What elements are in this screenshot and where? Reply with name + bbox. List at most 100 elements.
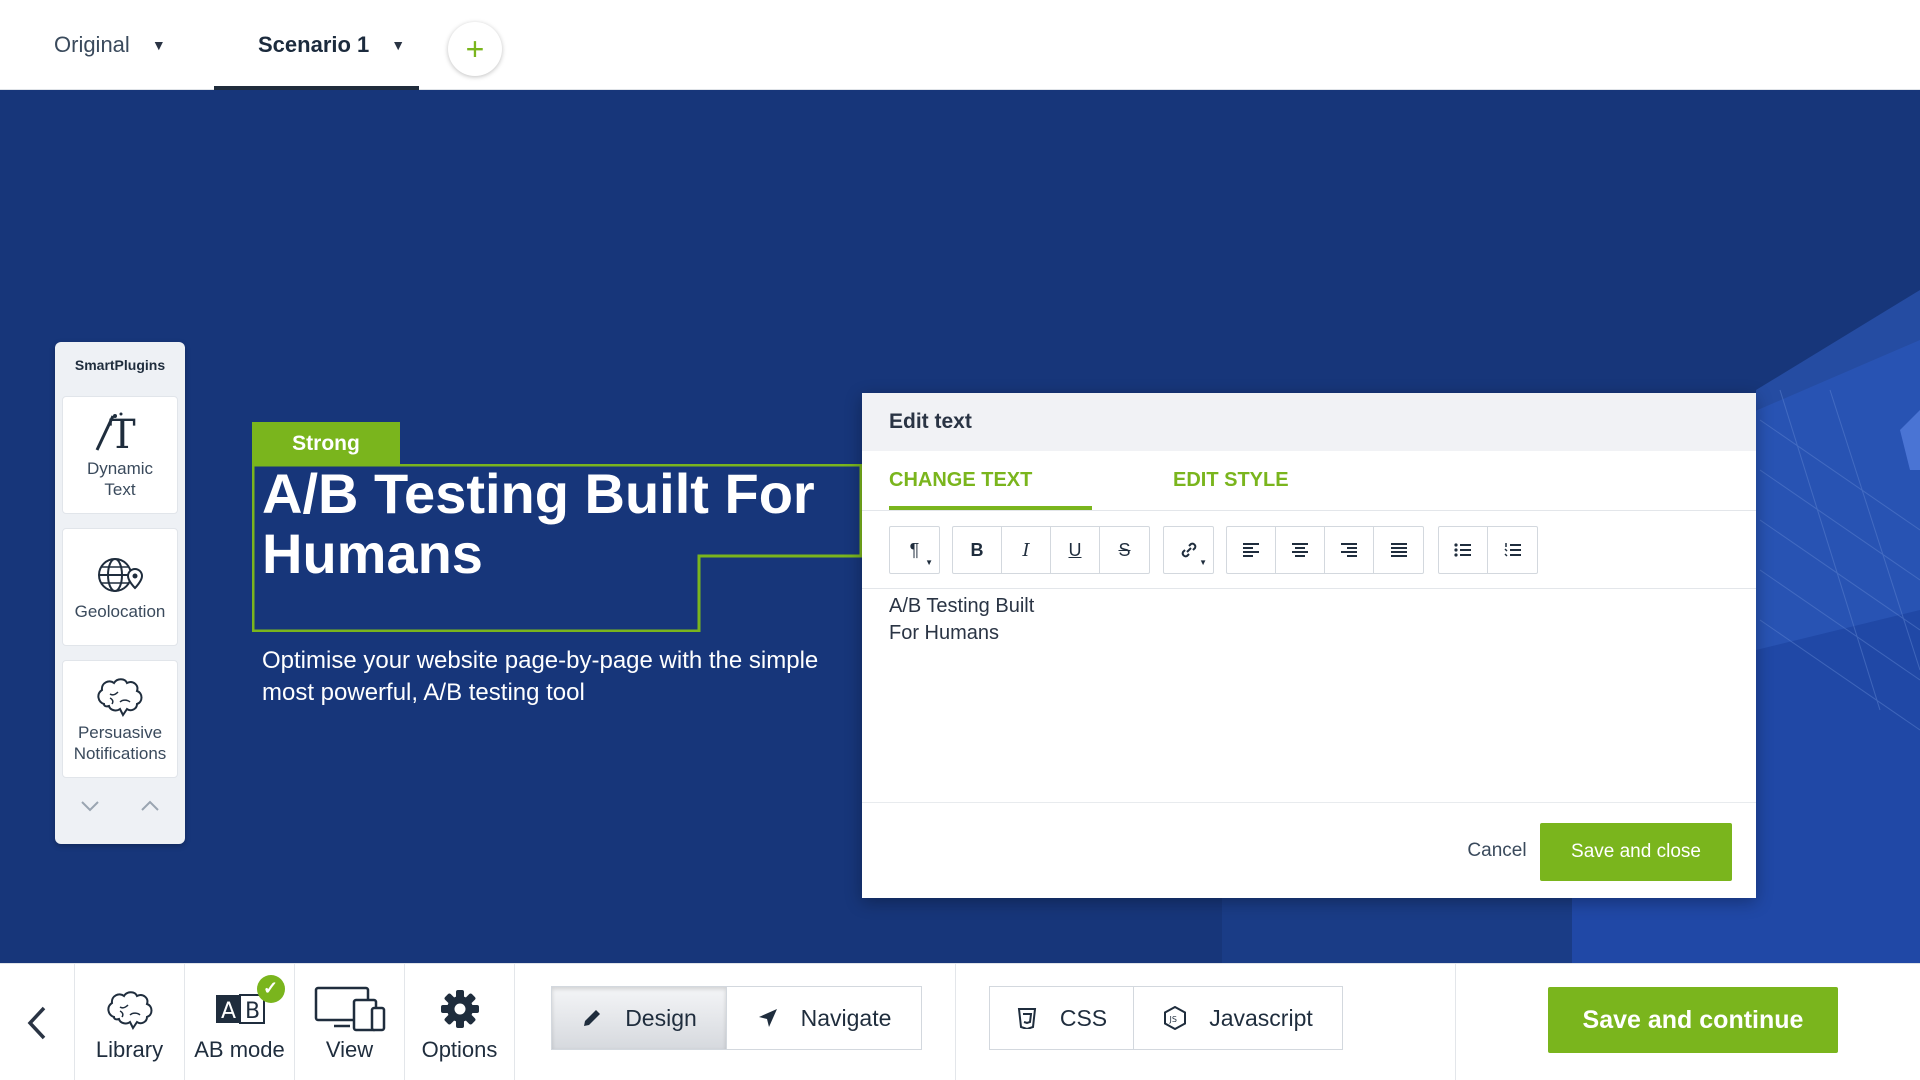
library-label: Library <box>95 1036 164 1062</box>
list-group <box>1438 526 1538 574</box>
alignment-group <box>1226 526 1424 574</box>
ab-mode-label: AB mode <box>194 1036 285 1062</box>
page-canvas: SmartPlugins T Dynamic Text Geolocation <box>0 90 1920 963</box>
brain-icon <box>106 990 152 1030</box>
view-button[interactable]: View <box>295 964 405 1080</box>
link-icon <box>1181 542 1196 558</box>
navigate-mode-button[interactable]: Navigate <box>727 987 921 1049</box>
caret-down-icon: ▼ <box>925 558 933 567</box>
chevron-up-icon[interactable] <box>122 784 178 828</box>
dialog-title: Edit text <box>862 393 1756 451</box>
bold-button[interactable]: B <box>953 527 1002 573</box>
page-headline[interactable]: A/B Testing Built For Humans <box>262 464 862 584</box>
back-button[interactable] <box>0 964 75 1080</box>
tab-label: Original <box>54 32 130 57</box>
pencil-icon <box>584 1010 601 1026</box>
bottom-toolbar: Library A B ✓ AB mode View Options Desig… <box>0 963 1920 1080</box>
design-mode-button[interactable]: Design <box>552 987 727 1049</box>
subheadline-text: Optimise your website page-by-page with … <box>262 647 819 706</box>
chevron-down-icon[interactable] <box>62 784 118 828</box>
save-and-close-button[interactable]: Save and close <box>1540 823 1732 881</box>
design-label: Design <box>625 1004 697 1031</box>
plugin-persuasive-notifications[interactable]: Persuasive Notifications <box>62 660 178 778</box>
plugin-label: Persuasive Notifications <box>73 723 167 763</box>
align-justify-button[interactable] <box>1374 527 1423 573</box>
check-icon: ✓ <box>256 974 285 1003</box>
paragraph-icon: ¶ <box>909 539 920 560</box>
bullet-list-icon <box>1454 543 1471 557</box>
navigate-arrow-icon <box>758 1009 777 1027</box>
tab-change-text[interactable]: CHANGE TEXT <box>889 451 1093 510</box>
align-left-button[interactable] <box>1227 527 1276 573</box>
align-center-button[interactable] <box>1276 527 1325 573</box>
caret-down-icon[interactable]: ▼ <box>391 37 405 53</box>
save-and-continue-button[interactable]: Save and continue <box>1548 987 1838 1053</box>
ab-mode-icon: A B <box>215 993 265 1024</box>
plugin-geolocation[interactable]: Geolocation <box>62 528 178 646</box>
link-group: ▼ <box>1163 526 1214 574</box>
smartplugins-title: SmartPlugins <box>74 357 166 373</box>
caret-down-icon[interactable]: ▼ <box>152 37 166 53</box>
javascript-label: Javascript <box>1209 1004 1313 1031</box>
divider <box>1455 964 1456 1080</box>
numbered-list-button[interactable] <box>1488 527 1537 573</box>
chevron-left-icon <box>27 1006 46 1039</box>
caret-down-icon: ▼ <box>1199 558 1207 567</box>
options-button[interactable]: Options <box>405 964 515 1080</box>
plugin-label: Dynamic Text <box>86 459 154 499</box>
options-label: Options <box>421 1036 498 1062</box>
library-button[interactable]: Library <box>75 964 185 1080</box>
javascript-button[interactable]: JS Javascript <box>1134 987 1342 1049</box>
tab-label: Scenario 1 <box>258 32 370 57</box>
italic-button[interactable]: I <box>1002 527 1051 573</box>
nodejs-icon: JS <box>1164 1006 1187 1030</box>
align-center-icon <box>1292 543 1308 557</box>
rich-text-toolbar: ¶ ▼ B I U S ▼ <box>862 511 1756 589</box>
dialog-footer: Cancel Save and close <box>862 802 1756 898</box>
paragraph-group: ¶ ▼ <box>889 526 940 574</box>
css-icon <box>1017 1008 1036 1029</box>
bullet-list-button[interactable] <box>1439 527 1488 573</box>
css-button[interactable]: CSS <box>990 987 1134 1049</box>
link-button[interactable]: ▼ <box>1164 527 1213 573</box>
tab-edit-style[interactable]: EDIT STYLE <box>1173 451 1289 510</box>
edit-text-dialog: Edit text CHANGE TEXT EDIT STYLE ¶ ▼ B I… <box>862 393 1756 898</box>
plus-icon: + <box>465 30 485 67</box>
code-switch: CSS JS Javascript <box>989 986 1343 1050</box>
gear-icon <box>440 989 479 1028</box>
svg-text:JS: JS <box>1169 1015 1177 1024</box>
numbered-list-icon <box>1503 543 1521 557</box>
paragraph-format-button[interactable]: ¶ ▼ <box>890 527 939 573</box>
dialog-tabs: CHANGE TEXT EDIT STYLE <box>862 451 1756 511</box>
text-style-group: B I U S <box>952 526 1150 574</box>
svg-text:A: A <box>221 999 236 1024</box>
add-scenario-button[interactable]: + <box>448 22 502 76</box>
tab-original[interactable]: Original ▼ <box>54 0 166 90</box>
text-editor[interactable]: A/B Testing Built For Humans <box>889 593 1729 803</box>
strikethrough-button[interactable]: S <box>1100 527 1149 573</box>
navigate-label: Navigate <box>800 1004 892 1031</box>
element-tag-label: Strong <box>252 422 400 466</box>
underline-button[interactable]: U <box>1051 527 1100 573</box>
mode-switch: Design Navigate <box>551 986 922 1050</box>
dynamic-text-icon: T <box>95 412 136 454</box>
tab-scenario-1[interactable]: Scenario 1 ▼ <box>213 0 420 90</box>
align-right-icon <box>1341 543 1357 557</box>
globe-pin-icon <box>98 557 144 592</box>
align-justify-icon <box>1390 543 1407 557</box>
align-left-icon <box>1243 543 1259 557</box>
page-subheadline[interactable]: Optimise your website page-by-page with … <box>262 645 862 709</box>
plugin-dynamic-text[interactable]: T Dynamic Text <box>62 396 178 514</box>
svg-text:B: B <box>245 999 260 1024</box>
plugin-scroll-controls <box>62 784 178 828</box>
align-right-button[interactable] <box>1325 527 1374 573</box>
brain-icon <box>97 678 143 717</box>
view-label: View <box>325 1036 374 1062</box>
divider <box>955 964 956 1080</box>
devices-icon <box>314 986 385 1031</box>
css-label: CSS <box>1059 1004 1108 1031</box>
smartplugins-panel: SmartPlugins T Dynamic Text Geolocation <box>55 342 185 844</box>
plugin-label: Geolocation <box>74 601 166 621</box>
scenario-tab-bar: Original ▼ Scenario 1 ▼ + <box>0 0 1920 90</box>
ab-mode-button[interactable]: A B ✓ AB mode <box>185 964 295 1080</box>
